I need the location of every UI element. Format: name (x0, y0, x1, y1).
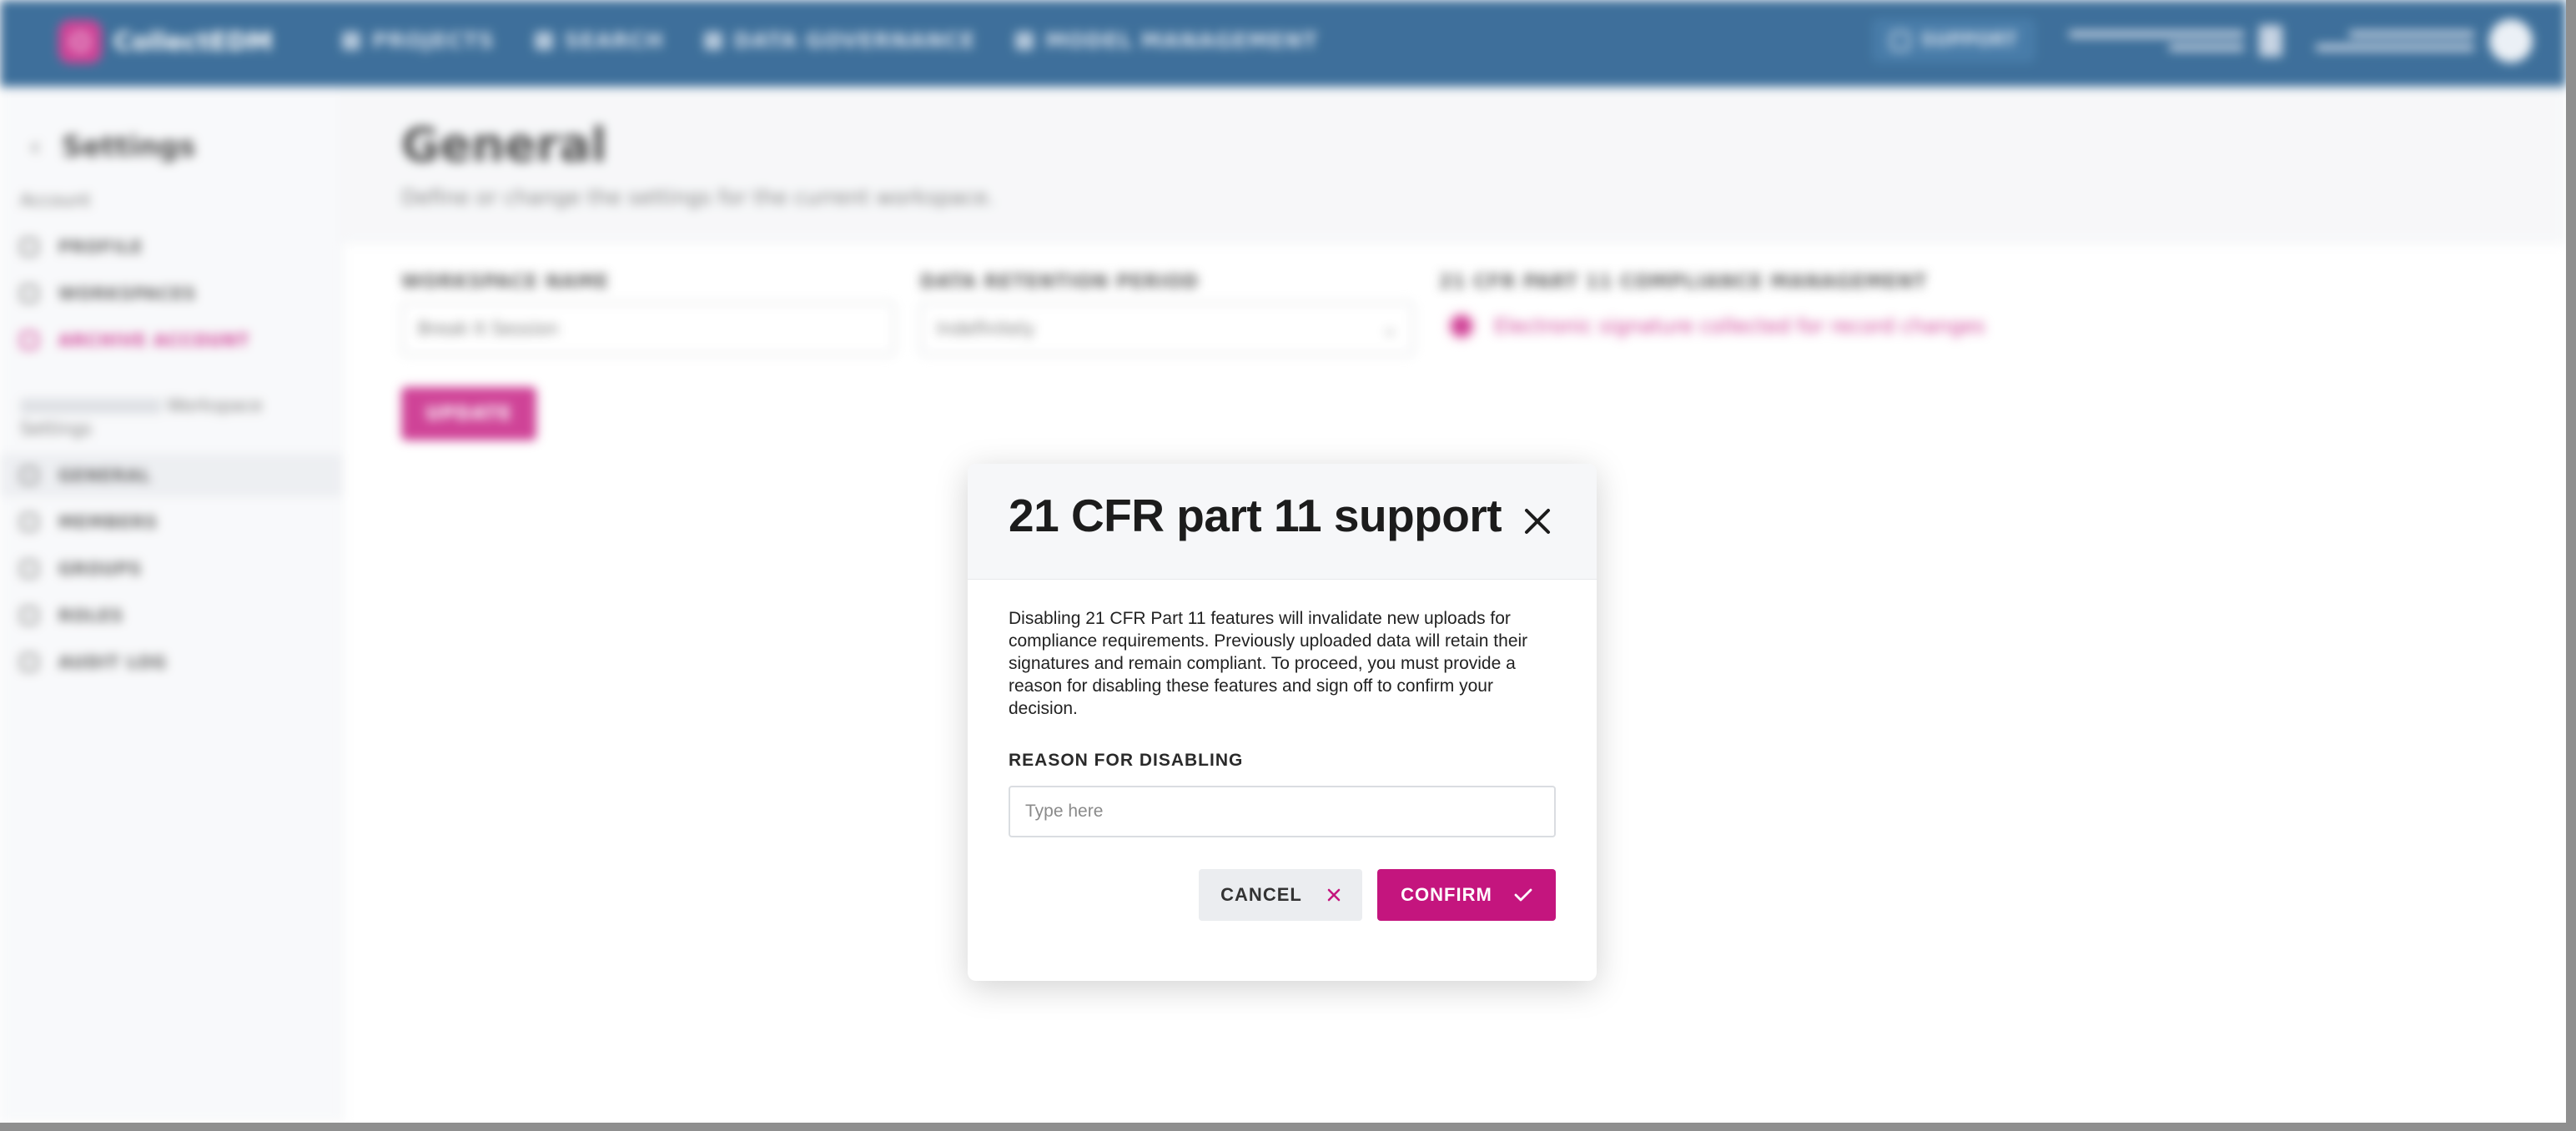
confirm-label: CONFIRM (1401, 884, 1492, 905)
close-button[interactable] (1518, 502, 1557, 540)
cancel-button[interactable]: CANCEL (1199, 869, 1362, 921)
x-icon (1327, 888, 1341, 902)
dialog-message: Disabling 21 CFR Part 11 features will i… (1009, 609, 1528, 718)
dialog-title: 21 CFR part 11 support (1009, 490, 1502, 541)
checkmark-icon (1514, 888, 1532, 902)
window-edge-right (2566, 0, 2576, 1131)
window-edge-bottom (0, 1123, 2576, 1131)
cfr-part11-dialog: 21 CFR part 11 support Disabling 21 CFR … (968, 464, 1597, 981)
reason-input[interactable] (1009, 786, 1556, 837)
dialog-header: 21 CFR part 11 support (968, 464, 1597, 580)
cancel-label: CANCEL (1220, 884, 1302, 905)
confirm-button[interactable]: CONFIRM (1377, 869, 1556, 921)
reason-label: REASON FOR DISABLING (1009, 751, 1244, 770)
close-icon (1525, 509, 1550, 534)
